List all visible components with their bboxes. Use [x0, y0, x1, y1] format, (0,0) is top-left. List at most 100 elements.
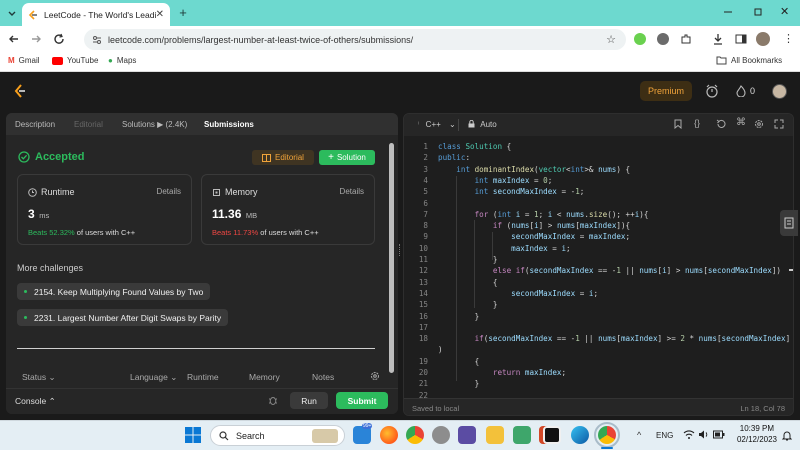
browser-tab-leetcode[interactable]: LeetCode - The World's Leadin ✕ [22, 3, 170, 26]
bookmark-youtube[interactable]: YouTube [52, 56, 98, 65]
minimize-window-icon[interactable] [722, 6, 734, 18]
side-panel-icon[interactable] [735, 33, 747, 45]
code-line: } [438, 300, 498, 310]
downloads-icon[interactable] [712, 33, 724, 45]
show-hidden-icons-chevron[interactable]: ^ [637, 430, 641, 440]
saved-status: Saved to local [412, 404, 460, 413]
volume-icon[interactable] [698, 429, 710, 440]
windows-start-icon[interactable] [185, 427, 201, 443]
edge-icon[interactable] [571, 426, 589, 444]
all-bookmarks[interactable]: All Bookmarks [716, 56, 782, 65]
chrome-icon[interactable] [406, 426, 424, 444]
forward-arrow-icon[interactable] [30, 33, 42, 45]
tab-submissions[interactable]: Submissions [204, 120, 254, 129]
tab-search-icon[interactable] [6, 7, 18, 19]
console-toggle[interactable]: Console ⌃ [15, 396, 56, 407]
code-editor-panel: ⁱ C++ ⌄ Auto {} ⌘ 1 2 3 4 5 6 7 8 9 10 1… [403, 113, 794, 416]
premium-button[interactable]: Premium [640, 81, 692, 101]
3d-app-icon[interactable] [513, 426, 531, 444]
bookmark-icon[interactable] [674, 119, 682, 129]
solution-button[interactable]: + Solution [319, 150, 375, 165]
table-settings-gear-icon[interactable] [370, 371, 380, 381]
code-line: int secondMaxIndex = -1; [474, 187, 585, 197]
browser-menu-icon[interactable]: ⋮ [783, 32, 794, 46]
wifi-icon[interactable] [683, 429, 695, 440]
bookmark-gmail[interactable]: M Gmail [8, 56, 40, 65]
streak-counter[interactable]: 0 [736, 85, 755, 97]
autosave-indicator[interactable]: Auto [468, 119, 497, 129]
chat-app-icon[interactable]: 99+ [353, 423, 373, 444]
memory-details-link[interactable]: Details [340, 187, 364, 196]
language-selector[interactable]: ⁱ C++ ⌄ [418, 120, 456, 129]
left-tabs-bar: Description Editorial Solutions ▶ (2.4K)… [6, 113, 398, 135]
tab-editorial[interactable]: Editorial [74, 120, 103, 129]
submit-button[interactable]: Submit [336, 392, 388, 409]
format-braces-icon[interactable]: {} [694, 118, 700, 128]
difficulty-dot [24, 316, 27, 319]
clock-date[interactable]: 02/12/2023 [733, 435, 777, 444]
fullscreen-icon[interactable] [774, 119, 784, 129]
panel-resize-handle[interactable] [399, 244, 401, 256]
column-header-runtime: Runtime [187, 372, 219, 382]
challenge-item-2154[interactable]: 2154. Keep Multiplying Found Values by T… [17, 283, 211, 300]
reset-code-icon[interactable] [716, 119, 726, 129]
url-text: leetcode.com/problems/largest-number-at-… [108, 34, 414, 45]
runtime-card: Runtime Details 3 ms Beats 52.32% of use… [17, 174, 192, 245]
divider [17, 348, 375, 349]
windows-taskbar [0, 420, 800, 450]
lock-icon [468, 119, 477, 129]
firefox-icon[interactable] [380, 426, 398, 444]
terminal-app-icon[interactable] [458, 426, 476, 444]
leetcode-logo-icon[interactable] [13, 84, 27, 98]
battery-icon[interactable] [713, 430, 725, 439]
editor-scroll-marker [789, 269, 793, 271]
notification-bell-icon[interactable] [782, 430, 792, 441]
left-panel-scrollbar[interactable] [389, 143, 394, 373]
column-header-language[interactable]: Language ⌄ [130, 372, 177, 383]
chrome-active-icon[interactable] [594, 422, 620, 448]
column-header-memory: Memory [249, 372, 280, 382]
more-challenges-title: More challenges [17, 263, 84, 273]
back-arrow-icon[interactable] [8, 33, 20, 45]
site-info-icon[interactable] [92, 35, 102, 45]
profile-avatar[interactable] [756, 32, 770, 46]
editorial-button[interactable]: Editorial [252, 150, 314, 165]
close-window-icon[interactable]: ✕ [780, 5, 792, 18]
code-line-wrap: ) [438, 345, 443, 355]
run-button[interactable]: Run [290, 392, 328, 409]
runtime-details-link[interactable]: Details [157, 187, 181, 196]
extension-bug-icon[interactable] [657, 33, 669, 45]
shortcuts-command-icon[interactable]: ⌘ [736, 117, 746, 128]
code-line: secondMaxIndex = maxIndex; [511, 232, 631, 242]
chevron-up-icon: ⌃ [48, 396, 56, 406]
clock-time[interactable]: 10:39 PM [736, 424, 774, 433]
notification-badge: 99+ [362, 423, 373, 429]
settings-app-icon[interactable] [432, 426, 450, 444]
indent-guide [456, 176, 457, 381]
memory-card: Memory Details 11.36 MB Beats 11.73% of … [201, 174, 375, 245]
reload-icon[interactable] [53, 33, 65, 45]
difficulty-dot [24, 290, 27, 293]
restore-window-icon[interactable] [752, 6, 764, 18]
user-avatar[interactable] [772, 84, 787, 99]
chevron-down-icon: ⌄ [48, 372, 56, 382]
bookmark-maps[interactable]: ● Maps [108, 56, 136, 65]
tab-description[interactable]: Description [15, 120, 55, 129]
input-language[interactable]: ENG [656, 431, 673, 440]
challenge-item-2231[interactable]: 2231. Largest Number After Digit Swaps b… [17, 309, 229, 326]
extensions-puzzle-icon[interactable] [680, 33, 692, 45]
tab-solutions[interactable]: Solutions ▶ (2.4K) [122, 120, 187, 129]
notes-side-tab[interactable] [780, 210, 798, 236]
column-header-status[interactable]: Status ⌄ [22, 372, 56, 383]
file-explorer-icon[interactable] [486, 426, 504, 444]
extension-green-icon[interactable] [634, 33, 646, 45]
debug-icon[interactable] [268, 395, 278, 406]
bookmark-star-icon[interactable]: ☆ [606, 33, 616, 46]
timer-icon[interactable] [705, 84, 719, 98]
close-tab-icon[interactable]: ✕ [156, 9, 164, 20]
new-tab-button[interactable]: + [176, 6, 190, 20]
jetbrains-icon[interactable] [543, 426, 561, 444]
editor-settings-gear-icon[interactable] [754, 119, 764, 129]
address-bar[interactable]: leetcode.com/problems/largest-number-at-… [84, 29, 626, 50]
taskbar-search[interactable]: Search [210, 425, 345, 446]
